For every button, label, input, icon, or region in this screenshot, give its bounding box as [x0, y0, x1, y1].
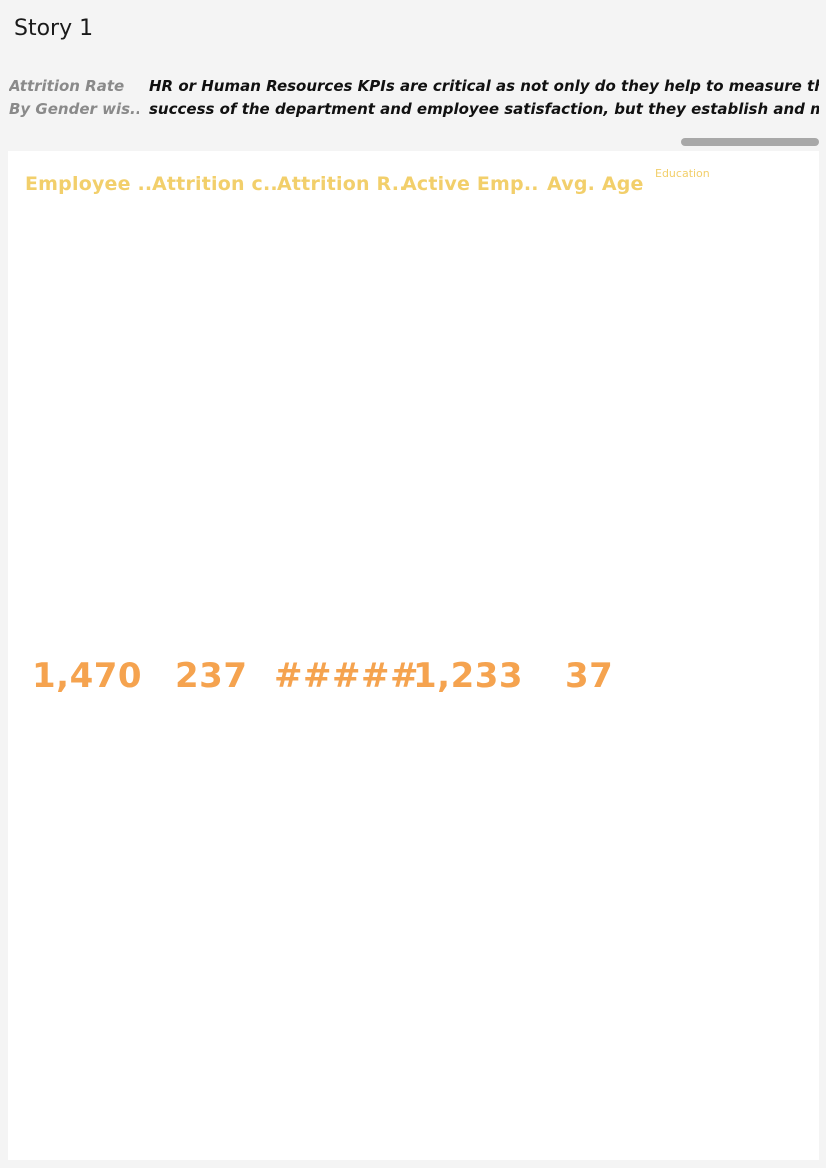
kpi-header-active-employees: Active Emp..	[402, 173, 539, 195]
kpi-header-attrition-rate: Attrition R..	[277, 173, 407, 195]
kpi-value-attrition-rate: #####	[274, 656, 419, 696]
navigator-scrollbar[interactable]	[681, 138, 819, 146]
story-point-attrition-rate[interactable]: Attrition Rate By Gender wis..	[9, 75, 139, 121]
kpi-value-avg-age: 37	[565, 656, 614, 696]
story-point-line2: success of the department and employee s…	[149, 100, 819, 118]
kpi-value-employee-count: 1,470	[32, 656, 143, 696]
dashboard-canvas: Employee .. Attrition c.. Attrition R.. …	[8, 151, 819, 1160]
story-point-hr-kpis[interactable]: HR or Human Resources KPIs are critical …	[149, 75, 819, 121]
kpi-header-employee-count: Employee ..	[25, 173, 153, 195]
story-title: Story 1	[14, 16, 94, 41]
kpi-value-attrition-count: 237	[175, 656, 248, 696]
kpi-value-active-employees: 1,233	[413, 656, 524, 696]
kpi-header-attrition-count: Attrition c..	[152, 173, 278, 195]
story-point-line1: Attrition Rate	[9, 77, 125, 95]
story-point-line1: HR or Human Resources KPIs are critical …	[149, 77, 819, 95]
education-label: Education	[655, 167, 710, 180]
story-point-line2: By Gender wis..	[9, 100, 139, 118]
kpi-header-avg-age: Avg. Age	[547, 173, 644, 195]
